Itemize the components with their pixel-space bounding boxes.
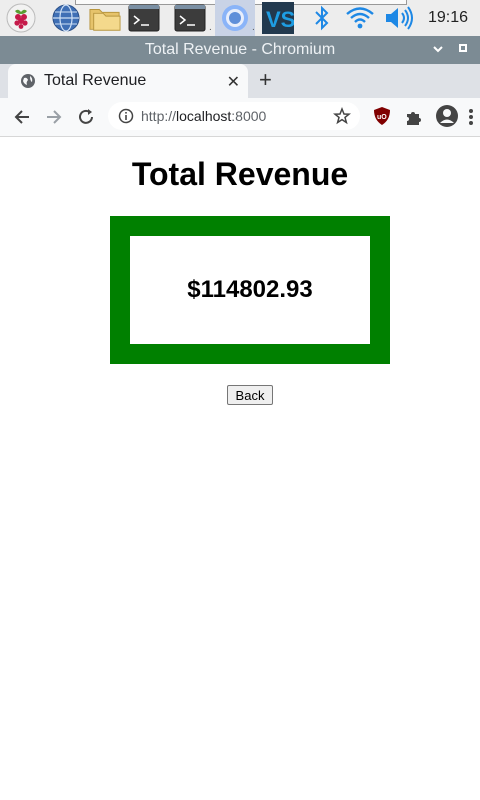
maximize-icon[interactable] — [459, 44, 467, 52]
folder-icon[interactable] — [89, 2, 121, 34]
url-port: :8000 — [231, 108, 267, 124]
clock[interactable]: 19:16 — [428, 9, 468, 27]
raspberry-menu-icon[interactable] — [5, 2, 37, 34]
back-arrow-icon[interactable] — [12, 107, 32, 132]
window-title: Total Revenue - Chromium — [144, 41, 336, 58]
tab-strip: Total Revenue ✕ + — [0, 64, 480, 98]
separator-dot: . — [252, 22, 255, 33]
terminal-icon[interactable] — [128, 2, 160, 34]
terminal-icon[interactable] — [174, 2, 206, 34]
tab-total-revenue[interactable]: Total Revenue ✕ — [8, 64, 248, 98]
more-menu-icon[interactable] — [468, 108, 474, 131]
reload-icon[interactable] — [76, 107, 96, 132]
bluetooth-icon[interactable] — [306, 2, 338, 34]
chromium-icon[interactable] — [219, 2, 251, 34]
window-titlebar[interactable]: Total Revenue - Chromium — [0, 36, 480, 64]
tab-title: Total Revenue — [44, 72, 147, 89]
globe-icon — [20, 73, 36, 94]
address-bar[interactable]: http://localhost:8000 — [108, 102, 360, 130]
url-text[interactable]: http://localhost:8000 — [141, 108, 266, 124]
revenue-card: $114802.93 — [110, 216, 390, 364]
svg-text:uO: uO — [377, 114, 387, 121]
back-button[interactable]: Back — [227, 385, 273, 405]
extensions-puzzle-icon[interactable] — [404, 107, 424, 132]
browser-toolbar: http://localhost:8000 uO — [0, 98, 480, 137]
separator-dot: . — [209, 22, 212, 33]
profile-avatar-icon[interactable] — [435, 104, 459, 133]
page-title: Total Revenue — [131, 156, 349, 192]
chevron-down-icon[interactable] — [432, 41, 444, 62]
url-scheme: http:// — [141, 108, 177, 124]
wifi-icon[interactable] — [344, 2, 376, 34]
svg-text:VS: VS — [266, 7, 294, 32]
star-icon[interactable] — [332, 106, 352, 130]
new-tab-button[interactable]: + — [259, 69, 272, 91]
forward-arrow-icon[interactable] — [44, 107, 64, 132]
info-icon[interactable] — [118, 108, 134, 129]
revenue-panel: $114802.93 — [130, 236, 370, 344]
close-icon[interactable]: ✕ — [227, 72, 240, 92]
total-revenue-value: $114802.93 — [187, 276, 313, 303]
volume-icon[interactable] — [383, 2, 415, 34]
globe-icon[interactable] — [50, 2, 82, 34]
vscode-icon[interactable]: VS — [262, 2, 294, 34]
ublock-icon[interactable]: uO — [373, 106, 391, 131]
url-host: localhost — [176, 108, 232, 124]
taskbar: . . VS 19:16 — [0, 0, 480, 36]
